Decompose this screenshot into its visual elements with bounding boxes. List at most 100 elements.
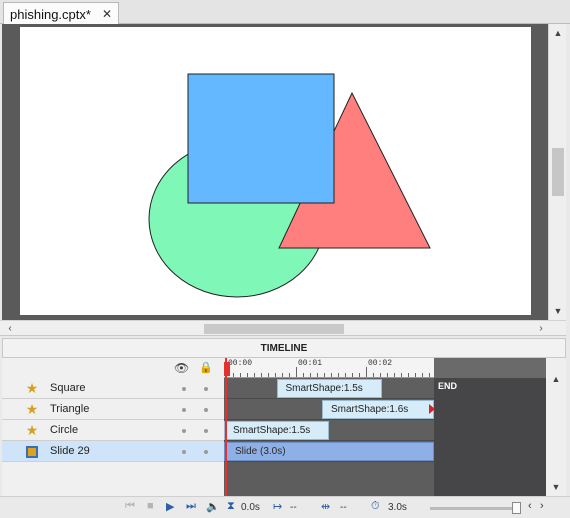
layer-row[interactable]: ★ Circle	[2, 420, 224, 441]
stage-horizontal-scrollbar[interactable]: ‹ ›	[0, 320, 566, 336]
ruler-tick	[394, 373, 395, 377]
ruler-tick	[408, 373, 409, 377]
document-tab-bar: phishing.cptx* ✕	[0, 0, 570, 25]
visibility-toggle[interactable]	[182, 408, 186, 412]
ruler-tick	[240, 373, 241, 377]
star-icon: ★	[25, 401, 39, 417]
square-shape[interactable]	[187, 73, 335, 204]
lock-toggle[interactable]	[204, 429, 208, 433]
ruler-tick	[289, 373, 290, 377]
ruler-tick	[373, 373, 374, 377]
ruler-tick	[254, 373, 255, 377]
star-icon: ★	[25, 380, 39, 396]
lock-toggle[interactable]	[204, 450, 208, 454]
start-time: --	[290, 502, 297, 513]
ruler-tick	[296, 367, 297, 377]
stage-vertical-scrollbar[interactable]: ▲ ▼	[548, 24, 566, 320]
start-marker-icon: ↦	[273, 501, 283, 513]
zoom-in-icon[interactable]: ›	[540, 500, 544, 512]
ruler-tick-label: 00:02	[368, 359, 393, 368]
forward-icon[interactable]: ⏭	[186, 500, 196, 513]
playhead-handle[interactable]	[224, 362, 230, 376]
stop-icon[interactable]: ■	[147, 500, 154, 512]
ruler-tick	[310, 373, 311, 377]
eye-icon[interactable]: 👁	[174, 361, 189, 375]
rewind-icon[interactable]: ⏮	[125, 500, 135, 513]
ruler-tick	[261, 373, 262, 377]
end-marker-icon[interactable]	[429, 404, 435, 414]
scroll-down-icon[interactable]: ▼	[549, 304, 567, 318]
layer-label: Slide 29	[50, 445, 90, 457]
stage-shapes	[148, 73, 431, 298]
visibility-toggle[interactable]	[182, 429, 186, 433]
layer-label: Square	[50, 382, 86, 394]
clock-icon: ⏱	[371, 500, 380, 512]
ruler-tick-label: 00:01	[298, 359, 323, 368]
end-label: END	[438, 381, 458, 391]
scroll-thumb[interactable]	[204, 324, 344, 334]
lock-toggle[interactable]	[204, 387, 208, 391]
ruler-tick	[415, 373, 416, 377]
layer-row[interactable]: Slide 29	[2, 441, 224, 462]
timeline-title: TIMELINE	[2, 338, 566, 358]
zoom-out-icon[interactable]: ‹	[528, 500, 532, 512]
zoom-slider-thumb[interactable]	[512, 502, 521, 514]
ruler-tick	[233, 373, 234, 377]
layer-panel-header: 👁 🔒	[2, 358, 224, 378]
stage-area	[2, 24, 548, 320]
ruler-tick	[331, 373, 332, 377]
scroll-up-icon[interactable]: ▲	[546, 374, 566, 384]
ruler-tick	[429, 373, 430, 377]
ruler-tick	[380, 373, 381, 377]
star-icon: ★	[25, 422, 39, 438]
layer-row[interactable]: ★ Triangle	[2, 399, 224, 420]
scroll-left-icon[interactable]: ‹	[3, 321, 17, 337]
document-tab[interactable]: phishing.cptx* ✕	[3, 2, 119, 25]
visibility-toggle[interactable]	[182, 450, 186, 454]
ruler-tick-label: 00:00	[228, 359, 253, 368]
ruler-tick	[317, 373, 318, 377]
ruler-tick	[303, 373, 304, 377]
hourglass-icon: ⧗	[227, 500, 235, 512]
scroll-right-icon[interactable]: ›	[534, 321, 548, 337]
timeline-layer-panel: 👁 🔒 ★ Square ★ Triangle ★ Circle Slide 29	[2, 358, 224, 496]
timeline-track-area[interactable]: 00:0000:0100:0200:0300:04 SmartShape:1.5…	[224, 358, 546, 496]
timeline-controls: ⏮ ■ ▶ ⏭ 🔈 ⧗ 0.0s ↦ -- ⇹ -- ⏱ 3.0s ‹ ›	[0, 496, 570, 518]
play-icon[interactable]: ▶	[166, 500, 174, 513]
layer-label: Triangle	[50, 403, 90, 415]
slide-icon	[26, 446, 38, 458]
speaker-icon[interactable]: 🔈	[206, 500, 220, 513]
timeline-vertical-scrollbar[interactable]: ▲ ▼	[546, 358, 566, 496]
layer-row[interactable]: ★ Square	[2, 378, 224, 399]
layer-label: Circle	[50, 424, 79, 436]
ruler-tick	[268, 373, 269, 377]
slide-duration: 3.0s	[388, 502, 407, 513]
slide-canvas[interactable]	[20, 27, 531, 315]
timeline-bar[interactable]: SmartShape:1.5s	[224, 421, 329, 440]
ruler-tick	[422, 373, 423, 377]
time-ruler-end-zone	[434, 358, 546, 378]
ruler-tick	[359, 373, 360, 377]
document-tab-title: phishing.cptx*	[10, 6, 91, 22]
lock-toggle[interactable]	[204, 408, 208, 412]
ruler-tick	[387, 373, 388, 377]
ruler-tick	[366, 367, 367, 377]
current-time: 0.0s	[241, 502, 260, 513]
lock-icon[interactable]: 🔒	[199, 361, 213, 374]
scroll-up-icon[interactable]: ▲	[549, 26, 567, 40]
timeline-bar[interactable]: SmartShape:1.5s	[276, 379, 382, 398]
duration-marker: --	[340, 502, 347, 513]
playhead[interactable]	[225, 358, 227, 496]
scroll-down-icon[interactable]: ▼	[546, 482, 566, 492]
visibility-toggle[interactable]	[182, 387, 186, 391]
scroll-thumb[interactable]	[552, 148, 564, 196]
ruler-tick	[275, 373, 276, 377]
timeline-end-zone	[434, 378, 546, 496]
ruler-tick	[345, 373, 346, 377]
close-icon[interactable]: ✕	[102, 7, 112, 21]
ruler-tick	[401, 373, 402, 377]
timeline-bar[interactable]: Slide (3.0s)	[224, 442, 434, 461]
timeline-bar[interactable]: SmartShape:1.6s	[322, 400, 434, 419]
ruler-tick	[338, 373, 339, 377]
zoom-slider-track[interactable]	[430, 507, 518, 510]
